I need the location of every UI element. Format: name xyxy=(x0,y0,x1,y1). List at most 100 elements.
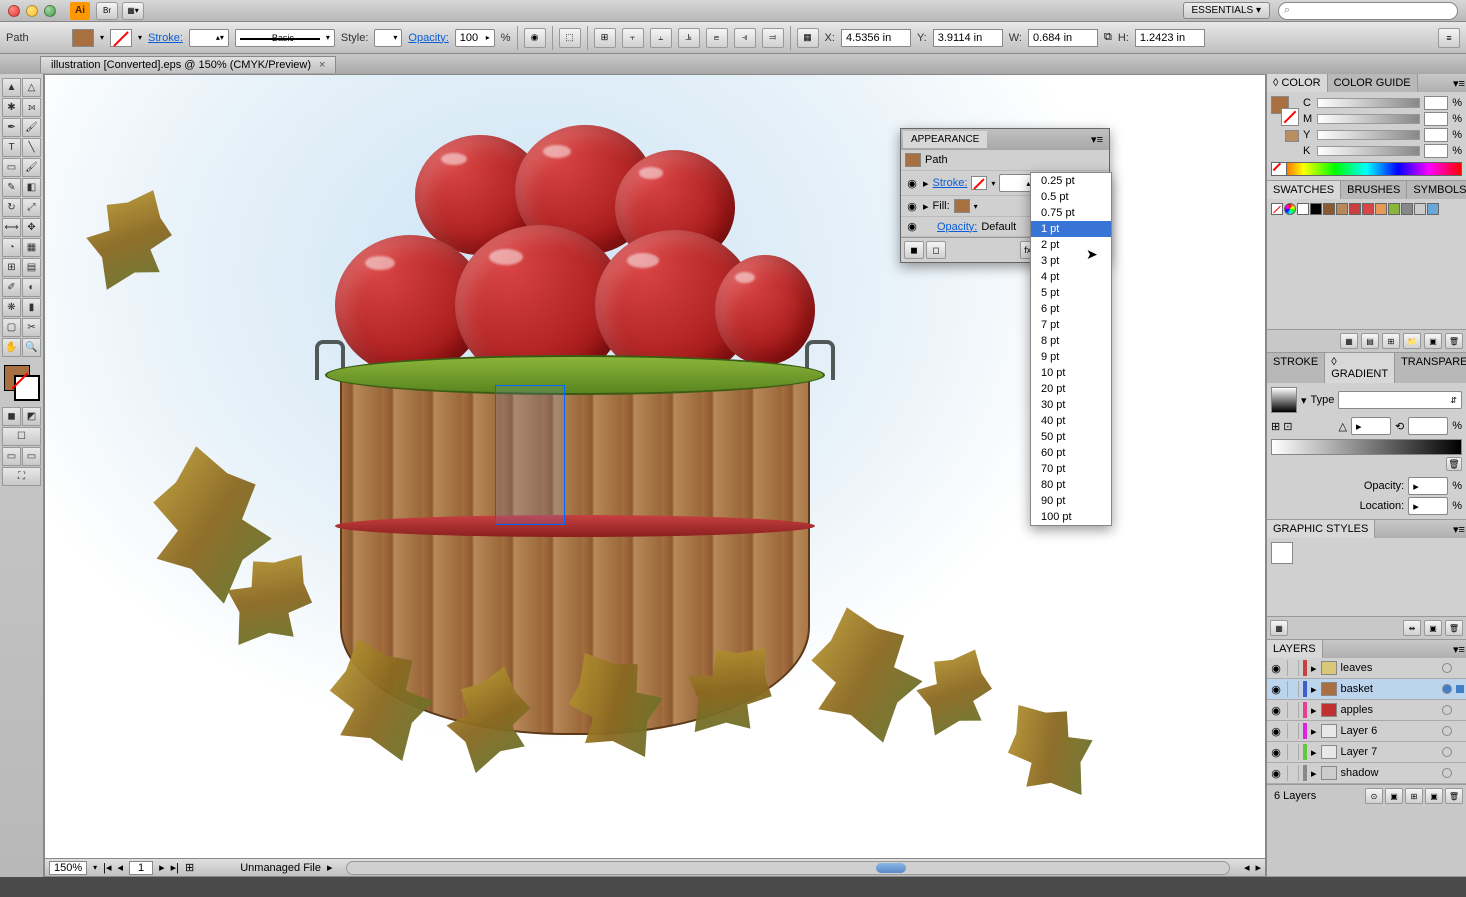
next-artboard-icon[interactable]: ▸ xyxy=(159,861,165,874)
new-sublayer-icon[interactable]: ⊞ xyxy=(1405,788,1423,804)
x-input[interactable]: 4.5356 in xyxy=(841,29,911,47)
gradient-tool[interactable]: ▤ xyxy=(22,258,41,277)
artboard-nav-icon[interactable]: ⊞ xyxy=(185,861,194,874)
stroke-weight-option[interactable]: 2 pt xyxy=(1031,237,1111,253)
search-input[interactable] xyxy=(1278,2,1458,20)
paintbrush-tool[interactable]: 🖌 xyxy=(22,158,41,177)
transparency-tab[interactable]: TRANSPARE xyxy=(1395,353,1466,383)
panel-menu-icon[interactable]: ▾≡ xyxy=(1452,74,1466,92)
stroke-weight-option[interactable]: 9 pt xyxy=(1031,349,1111,365)
scroll-right-icon[interactable]: ▸ xyxy=(1255,861,1261,874)
stroke-weight-dropdown[interactable]: ▴▾ xyxy=(189,29,229,47)
visibility-icon[interactable]: ◉ xyxy=(905,200,919,213)
layer-row[interactable]: ◉▸shadow xyxy=(1267,763,1466,784)
new-layer-icon[interactable]: ▣ xyxy=(1425,788,1443,804)
stroke-square[interactable] xyxy=(14,375,40,401)
align-bottom-button[interactable]: ⫤ xyxy=(762,28,784,48)
stroke-weight-option[interactable]: 1 pt xyxy=(1031,221,1111,237)
brushes-tab[interactable]: BRUSHES xyxy=(1341,181,1407,199)
pencil-tool[interactable]: ✎ xyxy=(2,178,21,197)
lasso-tool[interactable]: ⟕ xyxy=(22,98,41,117)
swatches-tab[interactable]: SWATCHES xyxy=(1267,181,1341,199)
stroke-weight-option[interactable]: 100 pt xyxy=(1031,509,1111,525)
mesh-tool[interactable]: ⊞ xyxy=(2,258,21,277)
minimize-window-button[interactable] xyxy=(26,5,38,17)
stroke-profile-dropdown[interactable]: Basic ▾ xyxy=(235,29,335,47)
direct-selection-tool[interactable]: △ xyxy=(22,78,41,97)
delete-swatch-icon[interactable]: 🗑 xyxy=(1445,333,1463,349)
swatch-libraries-icon[interactable]: ▦ xyxy=(1340,333,1358,349)
align-right-button[interactable]: ⫡ xyxy=(678,28,700,48)
layer-visibility-icon[interactable]: ◉ xyxy=(1269,746,1283,759)
stroke-weight-menu[interactable]: 0.25 pt0.5 pt0.75 pt1 pt2 pt3 pt4 pt5 pt… xyxy=(1030,172,1112,526)
artboard-tool[interactable]: ▢ xyxy=(2,318,21,337)
layer-row[interactable]: ◉▸leaves xyxy=(1267,658,1466,679)
perspective-tool[interactable]: ▦ xyxy=(22,238,41,257)
close-tab-icon[interactable]: × xyxy=(319,59,325,71)
stroke-weight-option[interactable]: 30 pt xyxy=(1031,397,1111,413)
layer-target-icon[interactable] xyxy=(1442,663,1452,673)
visibility-icon[interactable]: ◉ xyxy=(905,220,919,233)
panel-menu-icon[interactable]: ▾≡ xyxy=(1452,640,1466,658)
swatch-options-icon[interactable]: ⊞ xyxy=(1382,333,1400,349)
first-artboard-icon[interactable]: |◂ xyxy=(103,861,111,874)
layer-target-icon[interactable] xyxy=(1442,726,1452,736)
recolor-artwork-button[interactable]: ◉ xyxy=(524,28,546,48)
layer-expand-icon[interactable]: ▸ xyxy=(1311,683,1317,696)
layer-expand-icon[interactable]: ▸ xyxy=(1311,746,1317,759)
swatch-kinds-icon[interactable]: ▤ xyxy=(1361,333,1379,349)
rotate-tool[interactable]: ↻ xyxy=(2,198,21,217)
blend-tool[interactable]: ◐ xyxy=(22,278,41,297)
h-input[interactable]: 1.2423 in xyxy=(1135,29,1205,47)
stroke-tab[interactable]: STROKE xyxy=(1267,353,1325,383)
stroke-weight-option[interactable]: 4 pt xyxy=(1031,269,1111,285)
layer-row[interactable]: ◉▸basket xyxy=(1267,679,1466,700)
zoom-tool[interactable]: 🔍 xyxy=(22,338,41,357)
y-input[interactable]: 3.9114 in xyxy=(933,29,1003,47)
new-stroke-icon[interactable]: ◼ xyxy=(904,241,924,259)
stroke-weight-option[interactable]: 40 pt xyxy=(1031,413,1111,429)
layer-target-icon[interactable] xyxy=(1442,684,1452,694)
stroke-weight-option[interactable]: 3 pt xyxy=(1031,253,1111,269)
scroll-left-icon[interactable]: ◂ xyxy=(1244,861,1250,874)
layer-visibility-icon[interactable]: ◉ xyxy=(1269,767,1283,780)
new-style-icon[interactable]: ▣ xyxy=(1424,620,1442,636)
link-wh-icon[interactable]: ⧉ xyxy=(1104,31,1112,44)
eraser-tool[interactable]: ◧ xyxy=(22,178,41,197)
gradient-delete-icon[interactable]: 🗑 xyxy=(1446,457,1462,471)
stroke-weight-option[interactable]: 20 pt xyxy=(1031,381,1111,397)
align-left-button[interactable]: ⫟ xyxy=(622,28,644,48)
panel-menu-icon[interactable]: ▾≡ xyxy=(1087,133,1107,146)
styles-libraries-icon[interactable]: ▦ xyxy=(1270,620,1288,636)
stroke-weight-option[interactable]: 60 pt xyxy=(1031,445,1111,461)
layer-target-icon[interactable] xyxy=(1442,747,1452,757)
appearance-stroke-swatch[interactable] xyxy=(971,176,987,190)
stroke-weight-option[interactable]: 70 pt xyxy=(1031,461,1111,477)
none-mode-button[interactable]: ☐ xyxy=(2,427,41,446)
stroke-weight-option[interactable]: 10 pt xyxy=(1031,365,1111,381)
line-tool[interactable]: ╲ xyxy=(22,138,41,157)
hand-tool[interactable]: ✋ xyxy=(2,338,21,357)
stroke-weight-option[interactable]: 0.25 pt xyxy=(1031,173,1111,189)
stroke-weight-option[interactable]: 50 pt xyxy=(1031,429,1111,445)
draw-normal-button[interactable]: ▭ xyxy=(2,447,21,466)
appearance-fill-swatch[interactable] xyxy=(954,199,970,213)
workspace-switcher[interactable]: ESSENTIALS ▾ xyxy=(1183,2,1271,19)
y-slider[interactable]: Y% xyxy=(1303,128,1462,142)
swatches-grid[interactable] xyxy=(1271,203,1462,215)
opacity-link[interactable]: Opacity: xyxy=(408,32,448,44)
layer-visibility-icon[interactable]: ◉ xyxy=(1269,662,1283,675)
gradient-tab[interactable]: ◊ GRADIENT xyxy=(1325,353,1395,383)
m-slider[interactable]: M% xyxy=(1303,112,1462,126)
appearance-opacity-link[interactable]: Opacity: xyxy=(937,221,977,233)
layer-target-icon[interactable] xyxy=(1442,705,1452,715)
pen-tool[interactable]: ✒ xyxy=(2,118,21,137)
stroke-weight-option[interactable]: 0.5 pt xyxy=(1031,189,1111,205)
width-tool[interactable]: ⟷ xyxy=(2,218,21,237)
layer-visibility-icon[interactable]: ◉ xyxy=(1269,725,1283,738)
slice-tool[interactable]: ✂ xyxy=(22,318,41,337)
transform-reference-button[interactable]: ▦ xyxy=(797,28,819,48)
gradient-ramp[interactable] xyxy=(1271,439,1462,455)
appearance-stroke-link[interactable]: Stroke: xyxy=(933,177,968,189)
screen-mode-button[interactable]: ⛶ xyxy=(2,467,41,486)
